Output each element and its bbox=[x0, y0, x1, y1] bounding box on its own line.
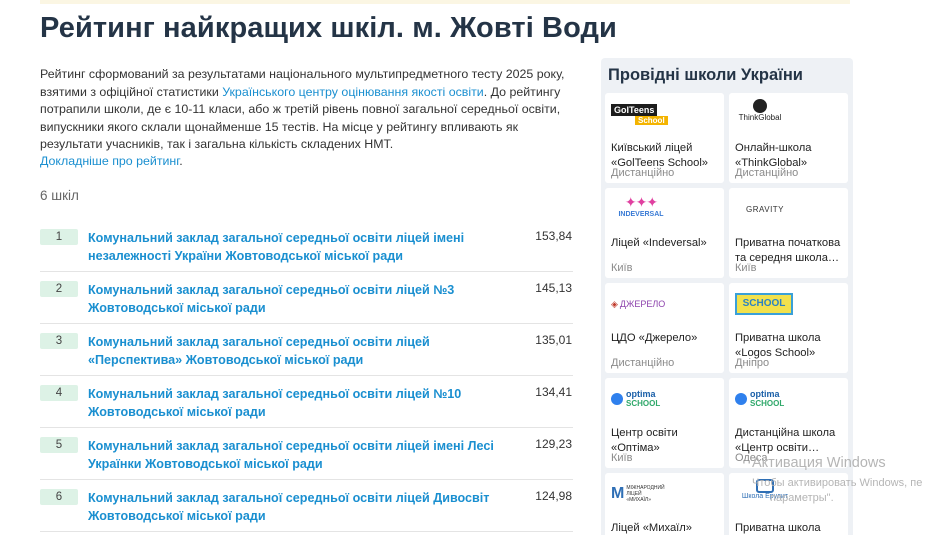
indeversal-logo: ✦✦✦ INDEVERSAL bbox=[611, 194, 671, 224]
school-link[interactable]: Комунальний заклад загальної середньої о… bbox=[88, 489, 498, 525]
ranking-row: 5 Комунальний заклад загальної середньої… bbox=[40, 428, 573, 480]
windows-activation-watermark: Активация Windows bbox=[752, 455, 886, 471]
school-card-name: Центр освіти «Оптіма» bbox=[611, 427, 678, 454]
more-link-suffix: . bbox=[179, 154, 183, 168]
school-score: 124,98 bbox=[535, 489, 572, 503]
school-score: 145,13 bbox=[535, 281, 572, 295]
school-card-city: Київ bbox=[611, 452, 633, 464]
school-card-name: Приватна школа «Logos School» bbox=[735, 332, 821, 359]
ranking-row: 6 Комунальний заклад загальної середньої… bbox=[40, 480, 573, 532]
logos-logo-text: SCHOOL bbox=[735, 293, 793, 315]
rank-badge: 6 bbox=[40, 489, 78, 505]
thinkglobal-logo-text: ThinkGlobal bbox=[738, 113, 782, 122]
optima-distance-logo-text: optima bbox=[750, 389, 780, 399]
school-card-indeversal[interactable]: ✦✦✦ INDEVERSAL Ліцей «Indeversal» Київ bbox=[605, 188, 724, 278]
windows-activation-line2: параметры". bbox=[770, 492, 834, 504]
windows-activation-line1: Чтобы активировать Windows, пе bbox=[752, 477, 923, 489]
school-card-city: Дистанційно bbox=[611, 357, 675, 369]
rank-badge: 3 bbox=[40, 333, 78, 349]
ranking-row: 3 Комунальний заклад загальної середньої… bbox=[40, 324, 573, 376]
school-card-name: Дистанційна школа «Центр освіти… bbox=[735, 427, 836, 454]
indeversal-figures-icon: ✦✦✦ bbox=[624, 194, 658, 210]
school-link[interactable]: Комунальний заклад загальної середньої о… bbox=[88, 385, 498, 421]
school-card-city: Дніпро bbox=[735, 357, 770, 369]
school-card-name: Київський ліцей «GolTeens School» bbox=[611, 142, 709, 169]
school-card-name: Приватна школа bbox=[735, 522, 821, 534]
rank-badge: 1 bbox=[40, 229, 78, 245]
school-card-logos[interactable]: SCHOOL Приватна школа «Logos School» Дні… bbox=[729, 283, 848, 373]
school-link[interactable]: Комунальний заклад загальної середньої о… bbox=[88, 281, 498, 317]
school-card-city: Київ bbox=[611, 262, 633, 274]
school-card-city: Дистанційно bbox=[611, 167, 675, 179]
mykhail-logo-text: МІЖНАРОДНИЙ ЛІЦЕЙ «МИХАЇЛ» bbox=[626, 485, 665, 503]
intro-text: Рейтинг сформований за результатами наці… bbox=[40, 66, 580, 154]
school-card-city: Київ bbox=[735, 262, 757, 274]
school-score: 153,84 bbox=[535, 229, 572, 243]
school-card-name: ЦДО «Джерело» bbox=[611, 332, 698, 344]
thinkglobal-globe-icon bbox=[753, 99, 767, 113]
mykhail-logo: M МІЖНАРОДНИЙ ЛІЦЕЙ «МИХАЇЛ» bbox=[611, 479, 675, 509]
gravity-logo-text: GRAVITY bbox=[745, 204, 785, 214]
school-link[interactable]: Комунальний заклад загальної середньої о… bbox=[88, 229, 498, 265]
ucoyo-link[interactable]: Українського центру оцінювання якості ос… bbox=[222, 85, 484, 99]
school-score: 135,01 bbox=[535, 333, 572, 347]
school-score: 134,41 bbox=[535, 385, 572, 399]
ranking-row: 1 Комунальний заклад загальної середньої… bbox=[40, 220, 573, 272]
logos-logo: SCHOOL bbox=[735, 289, 795, 319]
ranking-row: 2 Комунальний заклад загальної середньої… bbox=[40, 272, 573, 324]
optima-logo: optima SCHOOL bbox=[611, 384, 671, 414]
school-card-thinkglobal[interactable]: ThinkGlobal Онлайн-школа «ThinkGlobal» Д… bbox=[729, 93, 848, 183]
school-card-city: Дистанційно bbox=[735, 167, 799, 179]
school-card-dzherelo[interactable]: ◈ ДЖЕРЕЛО ЦДО «Джерело» Дистанційно bbox=[605, 283, 724, 373]
rank-badge: 2 bbox=[40, 281, 78, 297]
dzherelo-logo-text: ДЖЕРЕЛО bbox=[619, 299, 666, 309]
dzherelo-logo: ◈ ДЖЕРЕЛО bbox=[611, 289, 673, 319]
school-card-golteens[interactable]: GoITeens School Київський ліцей «GolTeen… bbox=[605, 93, 724, 183]
leading-schools-title: Провідні школи України bbox=[608, 66, 803, 84]
school-card-name: Ліцей «Михаїл» bbox=[611, 522, 693, 534]
optima-logo-sub: SCHOOL bbox=[626, 399, 661, 408]
golteens-logo: GoITeens School bbox=[611, 99, 671, 129]
golteens-logo-text: GoITeens bbox=[611, 103, 658, 116]
rank-badge: 5 bbox=[40, 437, 78, 453]
top-banner-strip bbox=[40, 0, 850, 4]
more-about-rating: Докладніше про рейтинг. bbox=[40, 154, 183, 168]
school-card-mykhail[interactable]: M МІЖНАРОДНИЙ ЛІЦЕЙ «МИХАЇЛ» Ліцей «Миха… bbox=[605, 473, 724, 535]
indeversal-logo-text: INDEVERSAL bbox=[618, 211, 664, 218]
more-about-rating-link[interactable]: Докладніше про рейтинг bbox=[40, 154, 179, 168]
ranking-row: 4 Комунальний заклад загальної середньої… bbox=[40, 376, 573, 428]
school-link[interactable]: Комунальний заклад загальної середньої о… bbox=[88, 333, 498, 369]
school-card-optima[interactable]: optima SCHOOL Центр освіти «Оптіма» Київ bbox=[605, 378, 724, 468]
school-card-name: Онлайн-школа «ThinkGlobal» bbox=[735, 142, 812, 169]
optima-circle-icon bbox=[611, 393, 623, 405]
school-card-gravity[interactable]: GRAVITY Приватна початкова та середня шк… bbox=[729, 188, 848, 278]
thinkglobal-logo: ThinkGlobal bbox=[735, 99, 785, 129]
mykhail-m-icon: M bbox=[611, 485, 625, 502]
school-card-name: Приватна початкова та середня школа… bbox=[735, 237, 841, 264]
optima-distance-logo-sub: SCHOOL bbox=[750, 399, 785, 408]
optima-distance-logo: optima SCHOOL bbox=[735, 384, 795, 414]
school-score: 129,23 bbox=[535, 437, 572, 451]
golteens-logo-sub: School bbox=[635, 115, 668, 125]
schools-count: 6 шкіл bbox=[40, 188, 79, 203]
gravity-logo: GRAVITY bbox=[735, 194, 795, 224]
dzherelo-drop-icon: ◈ bbox=[611, 298, 618, 309]
optima-distance-circle-icon bbox=[735, 393, 747, 405]
page-title: Рейтинг найкращих шкіл. м. Жовті Води bbox=[40, 12, 617, 44]
school-link[interactable]: Комунальний заклад загальної середньої о… bbox=[88, 437, 498, 473]
rank-badge: 4 bbox=[40, 385, 78, 401]
optima-logo-text: optima bbox=[626, 389, 656, 399]
school-card-name: Ліцей «Indeversal» bbox=[611, 237, 707, 249]
ranking-list: 1 Комунальний заклад загальної середньої… bbox=[40, 220, 573, 532]
